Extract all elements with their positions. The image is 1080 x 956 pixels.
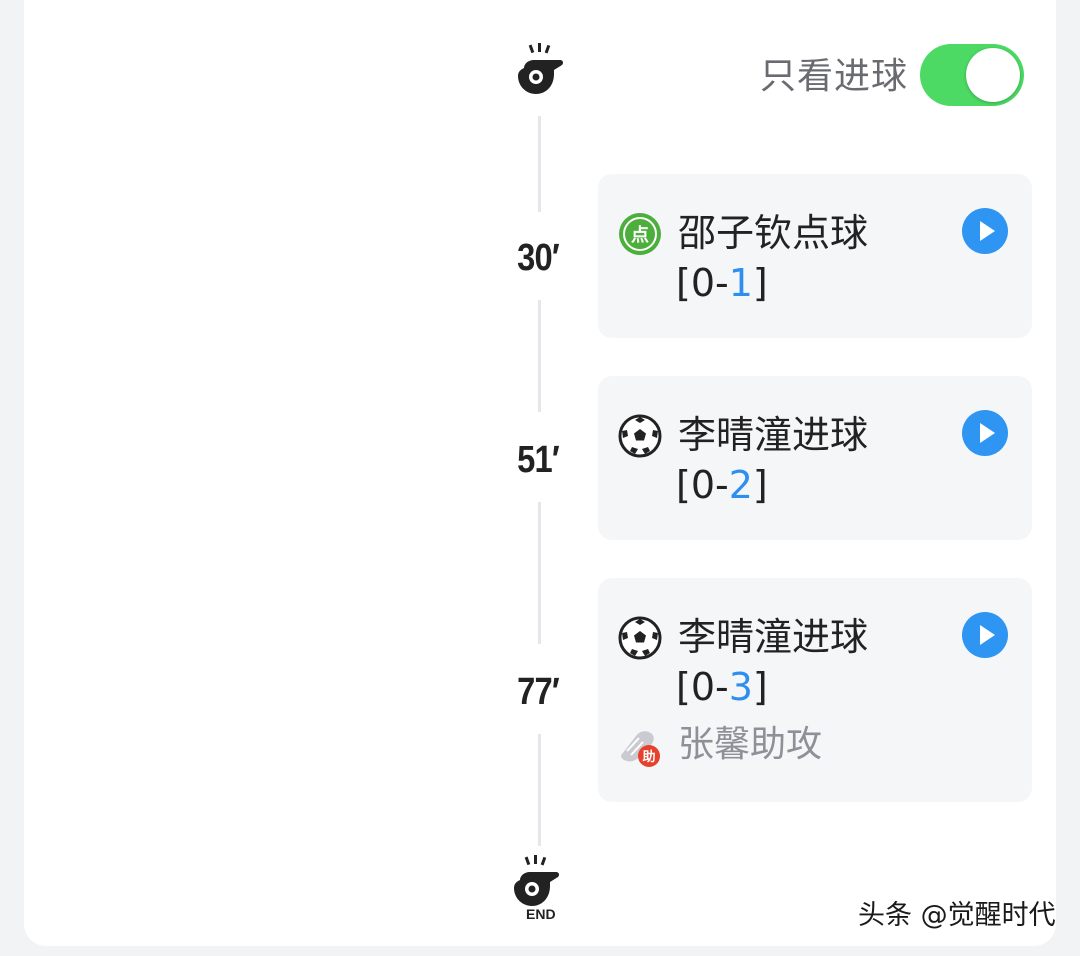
start-whistle-icon (510, 42, 570, 102)
event-title: 李晴潼进球 (678, 413, 869, 457)
assist-text: 张馨助攻 (678, 724, 823, 765)
watermark: 头条 @觉醒时代 (858, 900, 1056, 931)
score-highlight: 1 (728, 261, 753, 305)
score-highlight: 2 (728, 463, 753, 507)
event-score: [0-2] (676, 460, 768, 510)
play-icon (980, 221, 995, 241)
play-icon (980, 423, 995, 443)
toggle-knob (966, 48, 1020, 102)
goals-only-toggle[interactable] (920, 44, 1024, 106)
event-title: 李晴潼进球 (678, 615, 869, 659)
score-prefix: [0- (676, 463, 729, 507)
soccer-ball-icon (618, 414, 662, 458)
score-prefix: [0- (676, 261, 729, 305)
event-card-goal: 李晴潼进球 [0-2] (598, 376, 1032, 540)
play-icon (980, 625, 995, 645)
penalty-icon: 点 (618, 212, 662, 256)
soccer-ball-icon (618, 616, 662, 660)
event-card-goal: 李晴潼进球 [0-3] 助 张馨助攻 (598, 578, 1032, 802)
score-suffix: ] (752, 463, 768, 507)
event-score: [0-1] (676, 258, 768, 308)
timeline-line (538, 502, 541, 644)
end-label: END (526, 906, 556, 922)
event-minute: 30′ (517, 237, 559, 279)
assist-badge-text: 助 (642, 749, 655, 765)
event-minute: 77′ (517, 671, 559, 713)
event-title: 邵子钦点球 (678, 211, 869, 255)
score-suffix: ] (752, 261, 768, 305)
timeline-line (538, 300, 541, 412)
play-video-button[interactable] (962, 612, 1008, 658)
score-prefix: [0- (676, 665, 729, 709)
score-highlight: 3 (728, 665, 753, 709)
play-video-button[interactable] (962, 410, 1008, 456)
play-video-button[interactable] (962, 208, 1008, 254)
end-whistle-icon (506, 854, 566, 914)
penalty-badge-text: 点 (631, 224, 649, 246)
timeline-line (538, 734, 541, 846)
goals-only-label: 只看进球 (760, 56, 909, 97)
event-card-penalty: 点 邵子钦点球 [0-1] (598, 174, 1032, 338)
timeline-line (538, 116, 541, 212)
assist-boot-icon: 助 (618, 724, 662, 768)
event-score: [0-3] (676, 662, 768, 712)
event-minute: 51′ (517, 439, 559, 481)
score-suffix: ] (752, 665, 768, 709)
